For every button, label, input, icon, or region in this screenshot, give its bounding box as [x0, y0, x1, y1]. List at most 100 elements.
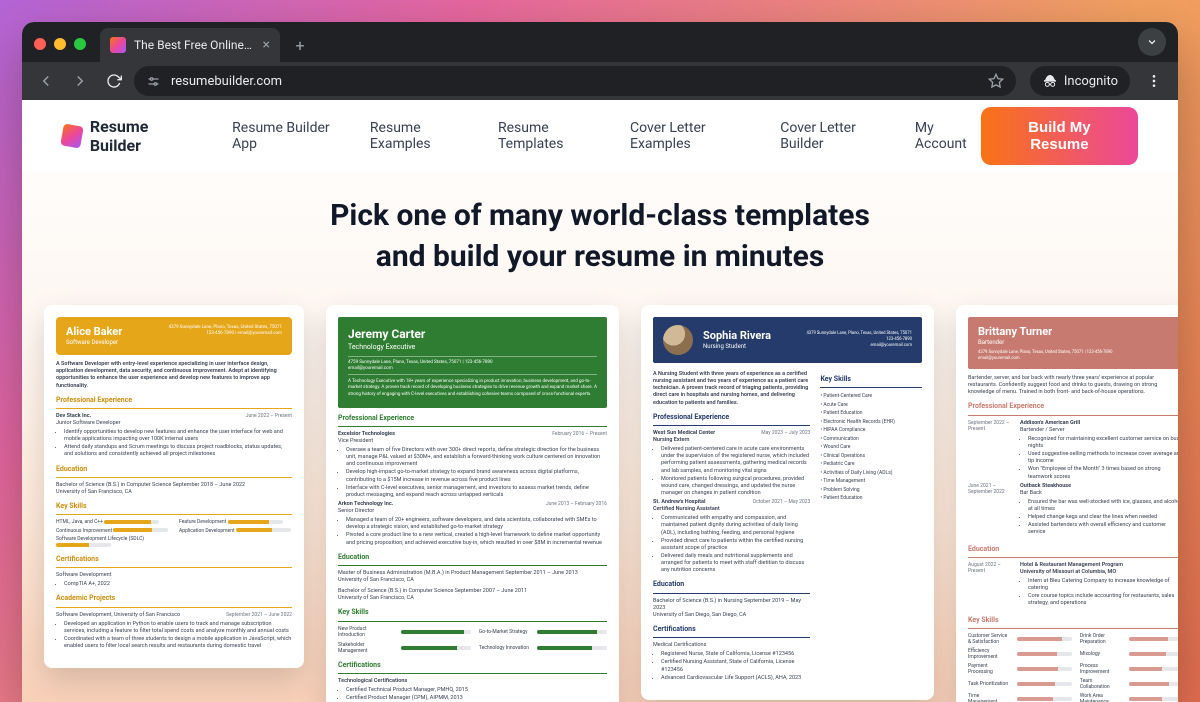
incognito-icon — [1042, 73, 1058, 89]
t1-ap-b2: Coordinated with a team of three student… — [64, 636, 292, 650]
avatar — [663, 325, 693, 355]
t3-name: Sophia Rivera — [703, 329, 771, 343]
hero-heading: Pick one of many world-class templates a… — [22, 196, 1178, 277]
t4-role: Bartender — [978, 339, 1174, 347]
build-resume-button[interactable]: Build My Resume — [981, 107, 1138, 165]
t2-edu-1: Master of Business Administration (M.B.A… — [338, 570, 607, 584]
hero-line-2: and build your resume in minutes — [22, 237, 1178, 278]
back-button[interactable] — [32, 67, 60, 95]
site-header: Resume Builder Resume Builder App Resume… — [22, 100, 1178, 172]
t4-contact: 4379 Sunnydale Lane, Plano, Texas, Unite… — [978, 350, 1174, 361]
t1-sec-ap: Academic Projects — [56, 594, 292, 603]
favicon-icon — [110, 37, 126, 53]
t2-sec-ks: Key Skills — [338, 608, 607, 617]
t3-sec-cert: Certifications — [653, 625, 810, 634]
t1-ap-org: Software Development, University of San … — [56, 612, 180, 619]
page-content: Resume Builder Resume Builder App Resume… — [22, 100, 1178, 702]
t2-sec-cert: Certifications — [338, 661, 607, 670]
incognito-label: Incognito — [1064, 74, 1118, 89]
close-window[interactable] — [34, 38, 46, 50]
template-card-4[interactable]: Brittany Turner Bartender 4379 Sunnydale… — [956, 305, 1178, 702]
nav-resume-builder-app[interactable]: Resume Builder App — [232, 120, 344, 152]
t1-contact: 4379 Sunnydale Lane, Plano, Texas, Unite… — [169, 325, 282, 338]
t1-pe-dates: June 2022 – Present — [246, 413, 292, 420]
t4-sec-edu: Education — [968, 545, 1178, 554]
forward-button — [66, 67, 94, 95]
t1-cert-1: Software Development — [56, 572, 292, 579]
t1-pe-company: Dev Stack Inc. — [56, 413, 91, 420]
t1-sec-edu: Education — [56, 465, 292, 474]
nav-cover-letter-examples[interactable]: Cover Letter Examples — [630, 120, 754, 152]
t3-sec-edu: Education — [653, 580, 810, 589]
t4-edu-dates: August 2022 – Present — [968, 562, 1016, 610]
t2-sec-edu: Education — [338, 553, 607, 562]
t3-exp: West Sun Medical CenterMay 2023 – July 2… — [653, 430, 810, 575]
t1-sec-ks: Key Skills — [56, 502, 292, 511]
chevron-down-icon[interactable] — [1138, 28, 1166, 56]
tab-title: The Best Free Online Resume — [134, 38, 255, 52]
brand-logo[interactable]: Resume Builder — [62, 117, 192, 155]
template-card-1[interactable]: Alice BakerSoftware Developer 4379 Sunny… — [44, 305, 304, 668]
t3-role: Nursing Student — [703, 343, 771, 351]
minimize-window[interactable] — [54, 38, 66, 50]
browser-toolbar: resumebuilder.com Incognito — [22, 62, 1178, 100]
t1-pe-title: Junior Software Developer — [56, 420, 292, 427]
t1-sec-cert: Certifications — [56, 555, 292, 564]
maximize-window[interactable] — [74, 38, 86, 50]
t4-edu-b2: Core course topics include accounting fo… — [1028, 593, 1178, 607]
template-gallery: Alice BakerSoftware Developer 4379 Sunny… — [22, 305, 1178, 702]
t4-sec-pe: Professional Experience — [968, 402, 1178, 411]
t1-ap-b1: Developed an application in Python to en… — [64, 621, 292, 635]
close-tab-icon[interactable]: × — [263, 37, 270, 53]
browser-tab[interactable]: The Best Free Online Resume × — [100, 28, 280, 62]
t2-name: Jeremy Carter — [348, 327, 597, 343]
t1-pe-b2: Attend daily standups and Scrum meetings… — [64, 444, 292, 458]
t4-name: Brittany Turner — [978, 325, 1174, 339]
t1-sec-pe: Professional Experience — [56, 396, 292, 405]
nav-resume-examples[interactable]: Resume Examples — [370, 120, 472, 152]
t3-skills: • Patient-Centered Care• Acute Care• Pat… — [820, 392, 922, 503]
t1-edu: Bachelor of Science (B.S.) in Computer S… — [56, 482, 292, 496]
reload-button[interactable] — [100, 67, 128, 95]
t4-exp: September 2022 – Present Addison's Ameri… — [968, 420, 1178, 539]
nav-my-account[interactable]: My Account — [915, 120, 981, 152]
bookmark-star-icon[interactable] — [988, 73, 1004, 89]
main-nav: Resume Builder App Resume Examples Resum… — [232, 120, 981, 152]
new-tab-button[interactable]: + — [286, 31, 314, 59]
t1-ap-dates: September 2021 – June 2022 — [226, 612, 292, 619]
hero-line-1: Pick one of many world-class templates — [22, 196, 1178, 237]
logo-icon — [60, 123, 83, 148]
site-settings-icon[interactable] — [146, 74, 161, 89]
browser-tabstrip: The Best Free Online Resume × + — [22, 22, 1178, 62]
incognito-badge[interactable]: Incognito — [1030, 66, 1130, 96]
t1-role: Software Developer — [66, 339, 122, 347]
t1-cert-2: CompTIA A+, 2022 — [64, 581, 292, 588]
t1-summary: A Software Developer with entry-level ex… — [56, 361, 292, 390]
nav-cover-letter-builder[interactable]: Cover Letter Builder — [780, 120, 889, 152]
browser-menu-icon[interactable] — [1146, 73, 1162, 89]
template-card-3[interactable]: Sophia RiveraNursing Student 4379 Sunnyd… — [641, 305, 934, 700]
t4-edu-b1: Intern at Bleu Catering Company to incre… — [1028, 578, 1178, 592]
t2-exp: Excelsior TechnologiesFebruary 2016 – Pr… — [338, 431, 607, 547]
nav-resume-templates[interactable]: Resume Templates — [498, 120, 604, 152]
t3-sec-pe: Professional Experience — [653, 413, 810, 422]
t3-contact: 4379 Sunnydale Lane, Plano, Texas, Unite… — [806, 331, 912, 349]
t2-cert-1: Certified Technical Product Manager, PMH… — [346, 687, 607, 694]
t3-cert-1: Registered Nurse, State of California, L… — [661, 651, 810, 658]
t4-sec-ks: Key Skills — [968, 616, 1178, 625]
t1-pe-b1: Identify opportunities to develop new fe… — [64, 429, 292, 443]
t3-cert-h: Medical Certifications — [653, 642, 810, 649]
t2-skills: New Product IntroductionGo-to-Market Str… — [338, 626, 607, 655]
address-bar[interactable]: resumebuilder.com — [134, 66, 1016, 96]
t3-cert-2: Certified Nursing Assistant, State of Ca… — [661, 659, 810, 673]
t3-edu: Bachelor of Science (B.S.) in Nursing Se… — [653, 598, 810, 619]
t1-skills: HTML, Java, and C++ Feature Development … — [56, 519, 292, 549]
template-card-2[interactable]: Jeremy Carter Technology Executive 4759 … — [326, 305, 619, 702]
t3-summary: A Nursing Student with three years of ex… — [653, 371, 810, 407]
t2-cert-2: Certified Product Manager (CPM), AIPMM, … — [346, 695, 607, 702]
t4-edu: Hotel & Restaurant Management Program Un… — [1020, 562, 1178, 576]
t2-sec-pe: Professional Experience — [338, 414, 607, 423]
t2-contact: 4759 Sunnydale Lane, Plano, Texas, Unite… — [348, 356, 597, 376]
t4-summary: Bartender, server, and bar back with nea… — [968, 375, 1178, 396]
t4-skills: Customer Service & SatisfactionDrink Ord… — [968, 633, 1178, 702]
